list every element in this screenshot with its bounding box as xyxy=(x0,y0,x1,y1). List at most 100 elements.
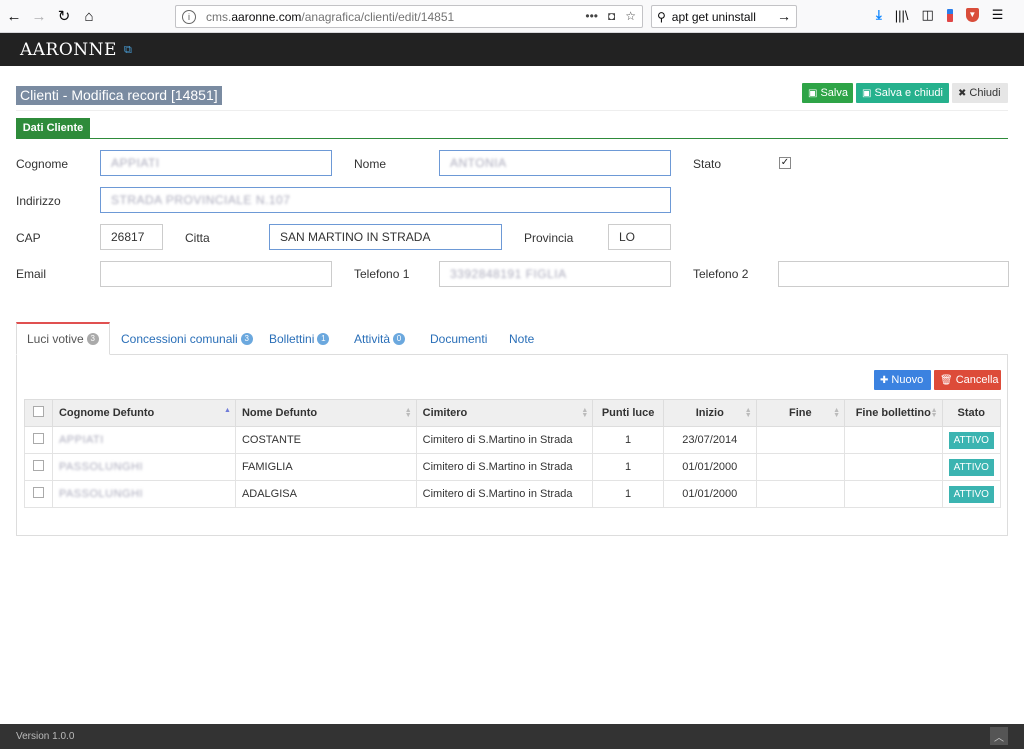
tab-label: Bollettini xyxy=(269,331,315,346)
footer: Version 1.0.0 ︿ xyxy=(0,724,1024,749)
nome-input[interactable]: ANTONIA xyxy=(439,150,671,176)
header-label: Nome Defunto xyxy=(241,407,318,419)
citta-input[interactable]: SAN MARTINO IN STRADA xyxy=(269,224,502,250)
table-row[interactable]: PASSOLUNGHI ADALGISA Cimitero di S.Marti… xyxy=(24,480,1002,508)
cap-input[interactable]: 26817 xyxy=(100,224,163,250)
status-badge: ATTIVO xyxy=(948,431,994,449)
home-icon[interactable]: ⌂ xyxy=(78,5,100,27)
delete-label: Cancella xyxy=(955,374,999,386)
extension-icon[interactable] xyxy=(946,8,953,22)
forward-arrow-icon[interactable]: → xyxy=(28,5,50,27)
sort-icon: ▲ ▼ xyxy=(581,407,589,419)
page-title: Clienti - Modifica record [14851] xyxy=(16,86,222,105)
chevron-up-icon[interactable]: ︿ xyxy=(990,727,1008,745)
punti-luce-cell: 1 xyxy=(592,426,664,454)
header-fine[interactable]: Fine ▲ ▼ xyxy=(755,399,846,427)
punti-luce-cell: 1 xyxy=(592,453,664,481)
external-link-icon[interactable]: ⧉ xyxy=(124,43,132,57)
save-and-close-button[interactable]: ▣ Salva e chiudi xyxy=(856,83,949,103)
table-row[interactable]: PASSOLUNGHI FAMIGLIA Cimitero di S.Marti… xyxy=(24,453,1002,481)
row-select-cell xyxy=(24,453,53,481)
logo[interactable]: AARONNE ⧉ xyxy=(20,40,132,60)
header-nome-defunto[interactable]: Nome Defunto ▲ ▼ xyxy=(234,399,417,427)
cimitero-cell: Cimitero di S.Martino in Strada xyxy=(415,426,594,454)
tab-label: Concessioni comunali xyxy=(121,331,238,346)
back-arrow-icon[interactable]: ← xyxy=(3,5,25,27)
nome-label: Nome xyxy=(354,157,387,171)
indirizzo-input[interactable]: STRADA PROVINCIALE N.107 xyxy=(100,187,671,213)
provincia-input[interactable]: LO xyxy=(608,224,671,250)
download-icon[interactable]: ⤓ xyxy=(876,7,882,23)
library-icon[interactable]: |||\ xyxy=(895,8,909,23)
select-all-checkbox[interactable] xyxy=(32,406,44,417)
sidebar-icon[interactable]: ◫ xyxy=(922,7,934,23)
logo-text: AARONNE xyxy=(20,39,117,60)
url-prefix: cms. xyxy=(206,9,232,24)
tab-dati-cliente[interactable]: Dati Cliente xyxy=(16,118,90,138)
close-button[interactable]: ✖ Chiudi xyxy=(952,83,1008,103)
shield-icon[interactable]: ▼ xyxy=(965,8,979,22)
info-icon[interactable]: i xyxy=(182,9,196,24)
row-checkbox[interactable] xyxy=(32,487,44,498)
url-host: aaronne.com xyxy=(231,9,302,24)
nome-defunto-cell: COSTANTE xyxy=(234,426,417,454)
tab-concessioni-comunali[interactable]: Concessioni comunali 3 xyxy=(121,322,253,355)
nome-defunto-cell: FAMIGLIA xyxy=(234,453,417,481)
reload-icon[interactable]: ↻ xyxy=(53,5,75,27)
search-text: apt get uninstall xyxy=(671,9,756,24)
cognome-value: APPIATI xyxy=(111,156,160,170)
detail-tabs: Luci votive 3 Concessioni comunali 3 Bolle… xyxy=(16,322,1008,355)
tab-attivita[interactable]: Attività 0 xyxy=(354,322,406,355)
url-path: /anagrafica/clienti/edit/14851 xyxy=(301,9,455,24)
inizio-cell: 23/07/2014 xyxy=(662,426,757,454)
header-inizio[interactable]: Inizio ▲ ▼ xyxy=(662,399,757,427)
header-cimitero[interactable]: Cimitero ▲ ▼ xyxy=(415,399,594,427)
search-bar[interactable]: ⚲ apt get uninstall → xyxy=(651,5,797,28)
tab-bollettini[interactable]: Bollettini 1 xyxy=(269,322,330,355)
cognome-input[interactable]: APPIATI xyxy=(100,150,332,176)
delete-button[interactable]: 🗑 Cancella xyxy=(934,370,1001,390)
header-cognome-defunto[interactable]: Cognome Defunto ▲ xyxy=(51,399,236,427)
cimitero-cell: Cimitero di S.Martino in Strada xyxy=(415,453,594,481)
citta-label: Citta xyxy=(185,231,210,245)
new-button[interactable]: ✚ Nuovo xyxy=(874,370,931,390)
select-all-header[interactable] xyxy=(24,399,53,427)
browser-toolbar: ← → ↻ ⌂ i cms. aaronne.com/anagrafica/cli… xyxy=(0,0,1024,33)
trash-icon: 🗑 xyxy=(940,374,953,386)
telefono1-label: Telefono 1 xyxy=(354,267,410,281)
bookmark-star-icon[interactable]: ☆ xyxy=(625,9,636,23)
header-fine-bollettino[interactable]: Fine bollettino ▲ ▼ xyxy=(844,399,943,427)
url-bar[interactable]: i cms. aaronne.com/anagrafica/clienti/edi… xyxy=(175,5,643,28)
telefono2-label: Telefono 2 xyxy=(693,267,749,281)
tab-luci-votive[interactable]: Luci votive 3 xyxy=(16,322,110,355)
search-go-icon[interactable]: → xyxy=(777,8,791,24)
pocket-icon[interactable]: ◘ xyxy=(608,9,615,23)
row-checkbox[interactable] xyxy=(32,433,44,444)
status-badge: ATTIVO xyxy=(948,485,994,503)
stato-label: Stato xyxy=(693,157,722,171)
cap-label: CAP xyxy=(16,231,41,245)
fine-cell xyxy=(755,480,846,508)
count-badge: 1 xyxy=(317,332,330,345)
tab-documenti[interactable]: Documenti xyxy=(430,322,487,355)
menu-icon[interactable]: ☰ xyxy=(992,7,1004,23)
save-button[interactable]: ▣ Salva xyxy=(802,83,853,103)
header-stato[interactable]: Stato xyxy=(941,399,1002,427)
header-label: Inizio xyxy=(695,407,724,419)
sort-icon: ▲ ▼ xyxy=(404,407,412,419)
stato-checkbox[interactable]: ✓ xyxy=(779,157,791,169)
page-actions-icon[interactable]: ••• xyxy=(585,9,598,23)
sort-icon: ▲ ▼ xyxy=(833,407,840,419)
close-label: Chiudi xyxy=(969,87,1001,99)
tab-note[interactable]: Note xyxy=(509,322,534,355)
luci-votive-table: Cognome Defunto ▲ Nome Defunto ▲ ▼ Cimitero… xyxy=(24,399,1002,508)
row-checkbox[interactable] xyxy=(32,460,44,471)
telefono2-input[interactable] xyxy=(778,261,1009,287)
header-punti-luce[interactable]: Punti luce xyxy=(592,399,664,427)
telefono1-input[interactable]: 3392848191 FIGLIA xyxy=(439,261,671,287)
email-input[interactable] xyxy=(100,261,332,287)
floppy-icon: ▣ xyxy=(862,87,872,99)
count-badge: 3 xyxy=(240,332,253,345)
header-label: Cimitero xyxy=(422,407,468,419)
table-row[interactable]: APPIATI COSTANTE Cimitero di S.Martino i… xyxy=(24,426,1002,454)
